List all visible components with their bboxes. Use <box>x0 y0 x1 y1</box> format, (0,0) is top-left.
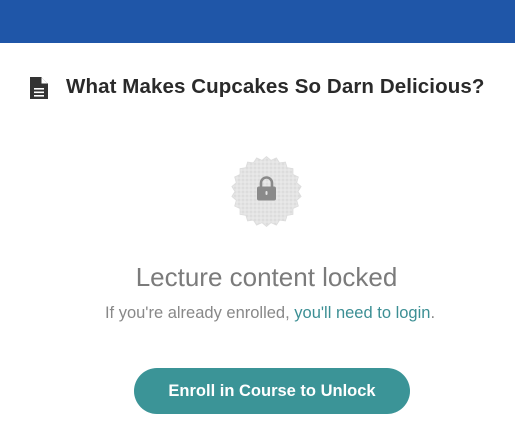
document-icon <box>29 76 49 100</box>
lecture-title: What Makes Cupcakes So Darn Delicious? <box>66 75 485 98</box>
enroll-button[interactable]: Enroll in Course to Unlock <box>134 368 410 414</box>
lecture-header: What Makes Cupcakes So Darn Delicious? <box>0 66 515 110</box>
login-link[interactable]: you'll need to login <box>294 304 430 322</box>
enrollment-note-suffix: . <box>430 304 436 322</box>
enrollment-note: If you're already enrolled, you'll need … <box>0 304 515 323</box>
enrollment-note-text: If you're already enrolled, <box>104 304 295 322</box>
locked-heading: Lecture content locked <box>135 262 398 292</box>
lock-badge <box>230 155 303 228</box>
top-nav-bar <box>0 0 515 43</box>
